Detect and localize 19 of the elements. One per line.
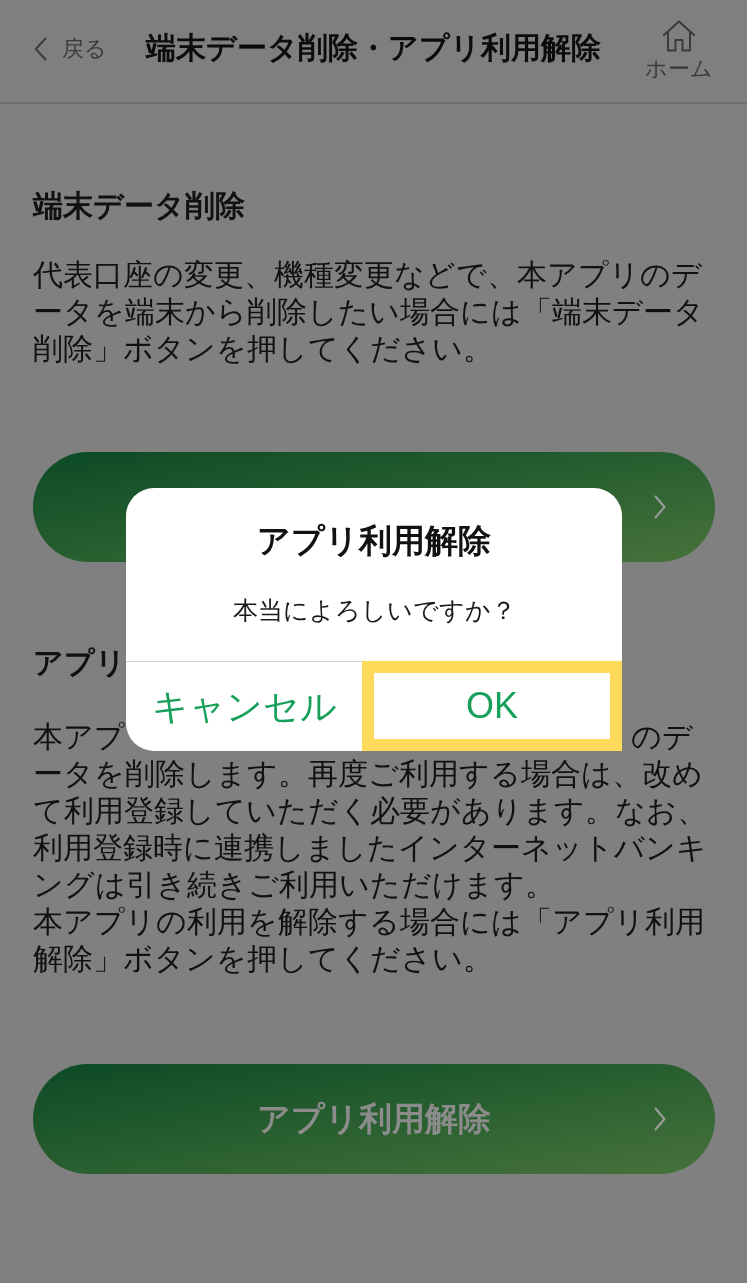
section-heading: 端末データ削除: [33, 188, 245, 224]
home-icon: [662, 20, 696, 52]
action-button[interactable]: アプリ利用解除: [33, 1064, 715, 1174]
home-button[interactable]: ホーム: [645, 20, 713, 82]
dialog-message: 本当によろしいですか？: [231, 595, 517, 626]
chevron-right-icon: [654, 495, 666, 519]
cancel-button[interactable]: キャンセル: [126, 662, 362, 751]
back-button[interactable]: 戻る: [34, 34, 107, 64]
ok-button[interactable]: OK: [362, 661, 622, 751]
body-text: ータを削除します。再度ご利用する場合は、改めて利用登録していただく必要があります。なお、利用登録時に連携しましたインターネットバンキングは引き続きご利用いただけます。: [33, 756, 708, 903]
body-text-fragment: のデ: [631, 719, 693, 755]
section-heading: アプリ: [33, 645, 126, 681]
chevron-right-icon: [654, 1107, 666, 1131]
body-text-fragment: 本アプ: [33, 719, 125, 755]
chevron-left-icon: [34, 37, 47, 61]
page-title: 端末データ削除・アプリ利用解除: [146, 30, 601, 66]
body-text: 本アプリの利用を解除する場合には「アプリ利用解除」ボタンを押してください。: [33, 904, 706, 977]
body-text: 代表口座の変更、機種変更などで、本アプリのデータを端末から削除したい場合には「端末データ削除」ボタンを押してください。: [33, 257, 705, 367]
dialog-title: アプリ利用解除: [256, 521, 492, 561]
